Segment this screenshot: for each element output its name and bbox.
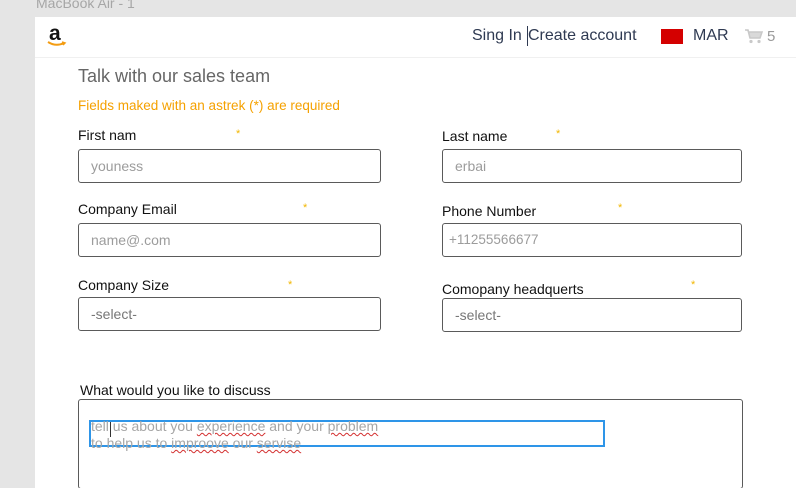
last-name-input[interactable]: erbai [442,149,742,183]
form-title: Talk with our sales team [78,66,271,86]
country-selector[interactable]: MAR [693,27,729,45]
cart-count: 5 [767,28,776,45]
sign-in-link[interactable]: Sing In [472,27,522,45]
required-star: * [618,202,623,214]
required-star: * [236,128,241,140]
required-note: Fields maked with an astrek (*) are requ… [78,98,340,113]
discuss-text-line-2: to help us to improove our servise [91,435,302,451]
page: a Sing In Create account MAR 5 Talk with… [35,17,796,488]
company-headquarters-select[interactable]: -select- [442,298,742,332]
frame-label: MacBook Air - 1 [36,0,135,11]
company-size-label: Company Size [78,277,170,293]
last-name-label: Last name [442,128,508,144]
company-headquarters-label: Comopany headquerts [442,281,584,297]
amazon-logo[interactable]: a [47,23,67,49]
required-star: * [691,279,696,291]
discuss-label: What would you like to discuss [80,382,271,398]
smile-icon [47,41,67,46]
discuss-text-line-1: tell us about you experience and your pr… [91,418,379,434]
required-star: * [288,279,293,291]
first-name-label: First nam [78,127,137,143]
create-account-link[interactable]: Create account [528,27,637,45]
company-email-input[interactable]: name@.com [78,223,381,257]
cart-icon[interactable] [744,28,764,49]
header: a Sing In Create account MAR 5 [35,17,796,58]
text-caret [110,422,111,437]
phone-number-label: Phone Number [442,203,537,219]
company-email-label: Company Email [78,201,177,217]
phone-number-input[interactable]: +11255566677 [442,223,742,257]
morocco-flag-icon[interactable] [661,29,683,44]
required-star: * [303,202,308,214]
company-size-select[interactable]: -select- [78,297,381,331]
required-star: * [556,128,561,140]
first-name-input[interactable]: youness [78,149,381,183]
